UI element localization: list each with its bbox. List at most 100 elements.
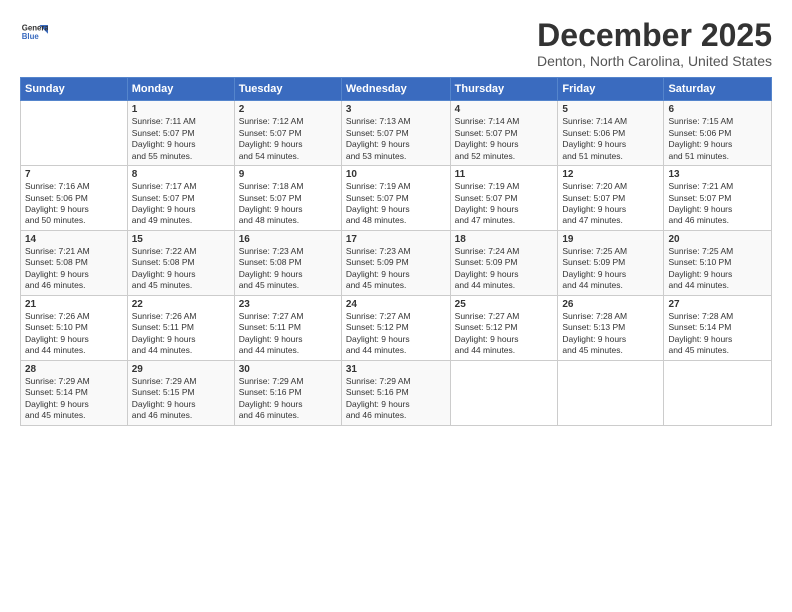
header-row: SundayMondayTuesdayWednesdayThursdayFrid… — [21, 78, 772, 101]
logo-icon: General Blue — [20, 18, 48, 46]
day-content: Sunrise: 7:27 AM Sunset: 5:12 PM Dayligh… — [455, 311, 554, 357]
day-content: Sunrise: 7:27 AM Sunset: 5:12 PM Dayligh… — [346, 311, 446, 357]
day-number: 14 — [25, 234, 123, 245]
day-number: 23 — [239, 299, 337, 310]
header-cell-tuesday: Tuesday — [234, 78, 341, 101]
day-cell: 26Sunrise: 7:28 AM Sunset: 5:13 PM Dayli… — [558, 295, 664, 360]
day-number: 30 — [239, 364, 337, 375]
day-content: Sunrise: 7:24 AM Sunset: 5:09 PM Dayligh… — [455, 246, 554, 292]
day-number: 8 — [132, 169, 230, 180]
day-cell: 24Sunrise: 7:27 AM Sunset: 5:12 PM Dayli… — [341, 295, 450, 360]
day-number: 12 — [562, 169, 659, 180]
day-number: 1 — [132, 104, 230, 115]
day-cell: 28Sunrise: 7:29 AM Sunset: 5:14 PM Dayli… — [21, 360, 128, 425]
week-row-2: 7Sunrise: 7:16 AM Sunset: 5:06 PM Daylig… — [21, 166, 772, 231]
day-content: Sunrise: 7:29 AM Sunset: 5:15 PM Dayligh… — [132, 376, 230, 422]
day-content: Sunrise: 7:19 AM Sunset: 5:07 PM Dayligh… — [346, 181, 446, 227]
day-cell: 5Sunrise: 7:14 AM Sunset: 5:06 PM Daylig… — [558, 101, 664, 166]
day-cell: 30Sunrise: 7:29 AM Sunset: 5:16 PM Dayli… — [234, 360, 341, 425]
day-content: Sunrise: 7:23 AM Sunset: 5:08 PM Dayligh… — [239, 246, 337, 292]
day-content: Sunrise: 7:14 AM Sunset: 5:06 PM Dayligh… — [562, 116, 659, 162]
day-content: Sunrise: 7:21 AM Sunset: 5:07 PM Dayligh… — [668, 181, 767, 227]
day-number: 13 — [668, 169, 767, 180]
day-content: Sunrise: 7:11 AM Sunset: 5:07 PM Dayligh… — [132, 116, 230, 162]
day-content: Sunrise: 7:28 AM Sunset: 5:14 PM Dayligh… — [668, 311, 767, 357]
day-content: Sunrise: 7:26 AM Sunset: 5:10 PM Dayligh… — [25, 311, 123, 357]
day-content: Sunrise: 7:20 AM Sunset: 5:07 PM Dayligh… — [562, 181, 659, 227]
svg-text:General: General — [22, 23, 48, 32]
week-row-3: 14Sunrise: 7:21 AM Sunset: 5:08 PM Dayli… — [21, 230, 772, 295]
day-cell: 14Sunrise: 7:21 AM Sunset: 5:08 PM Dayli… — [21, 230, 128, 295]
day-number: 16 — [239, 234, 337, 245]
day-number: 2 — [239, 104, 337, 115]
day-number: 25 — [455, 299, 554, 310]
day-content: Sunrise: 7:29 AM Sunset: 5:16 PM Dayligh… — [239, 376, 337, 422]
header-cell-saturday: Saturday — [664, 78, 772, 101]
day-number: 28 — [25, 364, 123, 375]
day-cell: 7Sunrise: 7:16 AM Sunset: 5:06 PM Daylig… — [21, 166, 128, 231]
day-content: Sunrise: 7:29 AM Sunset: 5:16 PM Dayligh… — [346, 376, 446, 422]
day-content: Sunrise: 7:29 AM Sunset: 5:14 PM Dayligh… — [25, 376, 123, 422]
day-number: 17 — [346, 234, 446, 245]
day-cell: 16Sunrise: 7:23 AM Sunset: 5:08 PM Dayli… — [234, 230, 341, 295]
svg-text:Blue: Blue — [22, 32, 40, 41]
day-content: Sunrise: 7:15 AM Sunset: 5:06 PM Dayligh… — [668, 116, 767, 162]
title-block: December 2025 Denton, North Carolina, Un… — [537, 18, 772, 69]
day-number: 7 — [25, 169, 123, 180]
day-content: Sunrise: 7:16 AM Sunset: 5:06 PM Dayligh… — [25, 181, 123, 227]
day-cell: 19Sunrise: 7:25 AM Sunset: 5:09 PM Dayli… — [558, 230, 664, 295]
day-cell: 31Sunrise: 7:29 AM Sunset: 5:16 PM Dayli… — [341, 360, 450, 425]
day-cell: 6Sunrise: 7:15 AM Sunset: 5:06 PM Daylig… — [664, 101, 772, 166]
day-number: 21 — [25, 299, 123, 310]
week-row-5: 28Sunrise: 7:29 AM Sunset: 5:14 PM Dayli… — [21, 360, 772, 425]
day-content: Sunrise: 7:25 AM Sunset: 5:09 PM Dayligh… — [562, 246, 659, 292]
day-number: 11 — [455, 169, 554, 180]
day-content: Sunrise: 7:28 AM Sunset: 5:13 PM Dayligh… — [562, 311, 659, 357]
day-cell — [664, 360, 772, 425]
day-cell: 8Sunrise: 7:17 AM Sunset: 5:07 PM Daylig… — [127, 166, 234, 231]
day-number: 27 — [668, 299, 767, 310]
day-cell: 20Sunrise: 7:25 AM Sunset: 5:10 PM Dayli… — [664, 230, 772, 295]
day-number: 10 — [346, 169, 446, 180]
day-number: 20 — [668, 234, 767, 245]
calendar-page: General Blue December 2025 Denton, North… — [0, 0, 792, 612]
day-number: 4 — [455, 104, 554, 115]
day-number: 29 — [132, 364, 230, 375]
calendar-table: SundayMondayTuesdayWednesdayThursdayFrid… — [20, 77, 772, 425]
header: General Blue December 2025 Denton, North… — [20, 18, 772, 69]
day-content: Sunrise: 7:18 AM Sunset: 5:07 PM Dayligh… — [239, 181, 337, 227]
header-cell-wednesday: Wednesday — [341, 78, 450, 101]
day-content: Sunrise: 7:22 AM Sunset: 5:08 PM Dayligh… — [132, 246, 230, 292]
day-cell — [450, 360, 558, 425]
day-number: 26 — [562, 299, 659, 310]
location: Denton, North Carolina, United States — [537, 53, 772, 69]
header-cell-monday: Monday — [127, 78, 234, 101]
day-cell: 1Sunrise: 7:11 AM Sunset: 5:07 PM Daylig… — [127, 101, 234, 166]
day-content: Sunrise: 7:19 AM Sunset: 5:07 PM Dayligh… — [455, 181, 554, 227]
day-content: Sunrise: 7:23 AM Sunset: 5:09 PM Dayligh… — [346, 246, 446, 292]
day-cell: 13Sunrise: 7:21 AM Sunset: 5:07 PM Dayli… — [664, 166, 772, 231]
day-content: Sunrise: 7:13 AM Sunset: 5:07 PM Dayligh… — [346, 116, 446, 162]
day-content: Sunrise: 7:27 AM Sunset: 5:11 PM Dayligh… — [239, 311, 337, 357]
day-cell: 21Sunrise: 7:26 AM Sunset: 5:10 PM Dayli… — [21, 295, 128, 360]
day-content: Sunrise: 7:14 AM Sunset: 5:07 PM Dayligh… — [455, 116, 554, 162]
day-number: 15 — [132, 234, 230, 245]
day-number: 18 — [455, 234, 554, 245]
month-title: December 2025 — [537, 18, 772, 53]
day-cell: 15Sunrise: 7:22 AM Sunset: 5:08 PM Dayli… — [127, 230, 234, 295]
day-number: 9 — [239, 169, 337, 180]
day-cell: 29Sunrise: 7:29 AM Sunset: 5:15 PM Dayli… — [127, 360, 234, 425]
day-cell: 3Sunrise: 7:13 AM Sunset: 5:07 PM Daylig… — [341, 101, 450, 166]
logo: General Blue — [20, 18, 48, 46]
header-cell-friday: Friday — [558, 78, 664, 101]
day-content: Sunrise: 7:25 AM Sunset: 5:10 PM Dayligh… — [668, 246, 767, 292]
day-cell: 4Sunrise: 7:14 AM Sunset: 5:07 PM Daylig… — [450, 101, 558, 166]
day-cell: 27Sunrise: 7:28 AM Sunset: 5:14 PM Dayli… — [664, 295, 772, 360]
day-cell: 25Sunrise: 7:27 AM Sunset: 5:12 PM Dayli… — [450, 295, 558, 360]
day-content: Sunrise: 7:12 AM Sunset: 5:07 PM Dayligh… — [239, 116, 337, 162]
day-number: 5 — [562, 104, 659, 115]
day-content: Sunrise: 7:26 AM Sunset: 5:11 PM Dayligh… — [132, 311, 230, 357]
day-number: 22 — [132, 299, 230, 310]
day-cell: 2Sunrise: 7:12 AM Sunset: 5:07 PM Daylig… — [234, 101, 341, 166]
week-row-1: 1Sunrise: 7:11 AM Sunset: 5:07 PM Daylig… — [21, 101, 772, 166]
